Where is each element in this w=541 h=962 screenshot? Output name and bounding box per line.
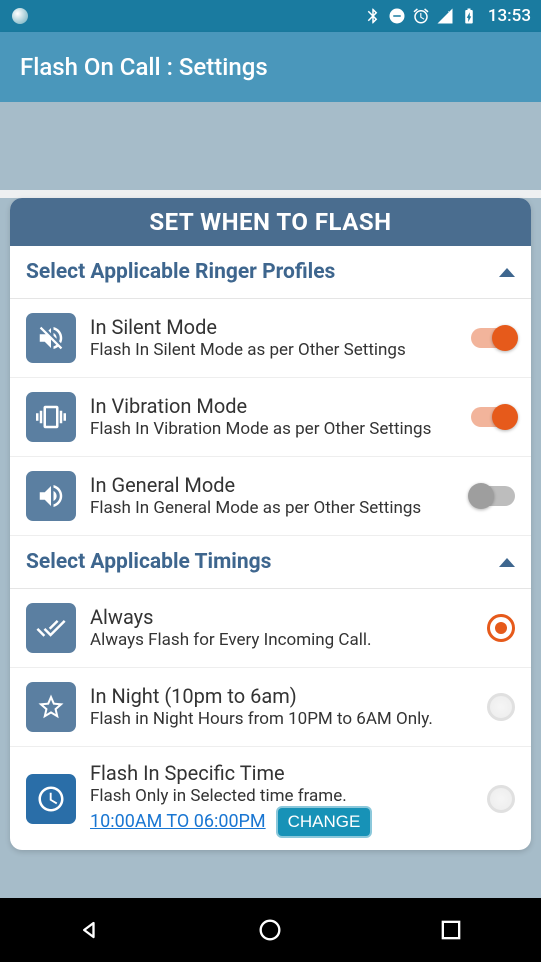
banner-divider xyxy=(0,190,541,198)
change-button[interactable]: CHANGE xyxy=(278,808,371,836)
section-header-ringer[interactable]: Select Applicable Ringer Profiles xyxy=(10,246,531,299)
status-orb-icon xyxy=(12,8,28,24)
card-header: SET WHEN TO FLASH xyxy=(10,198,531,246)
row-text: Flash In Specific Time Flash Only in Sel… xyxy=(90,761,473,836)
row-text: In Vibration Mode Flash In Vibration Mod… xyxy=(90,394,457,440)
row-subtitle: Flash In Vibration Mode as per Other Set… xyxy=(90,418,457,440)
star-icon xyxy=(26,682,76,732)
row-subtitle: Flash in Night Hours from 10PM to 6AM On… xyxy=(90,708,473,730)
vibrate-icon xyxy=(26,392,76,442)
volume-icon xyxy=(26,471,76,521)
row-title: In Vibration Mode xyxy=(90,394,457,418)
row-text: In Silent Mode Flash In Silent Mode as p… xyxy=(90,315,457,361)
settings-card: SET WHEN TO FLASH Select Applicable Ring… xyxy=(10,198,531,850)
row-title: Always xyxy=(90,605,473,629)
status-right: x 13:53 xyxy=(364,6,531,26)
row-subtitle: Flash In General Mode as per Other Setti… xyxy=(90,497,457,519)
row-subtitle: Always Flash for Every Incoming Call. xyxy=(90,629,473,651)
bluetooth-icon xyxy=(364,7,382,25)
row-subtitle: Flash In Silent Mode as per Other Settin… xyxy=(90,339,457,361)
clock-icon xyxy=(26,774,76,824)
nav-recent-icon[interactable] xyxy=(437,916,465,944)
status-bar: x 13:53 xyxy=(0,0,541,32)
time-range-link[interactable]: 10:00AM TO 06:00PM xyxy=(90,811,266,832)
row-subtitle: Flash Only in Selected time frame. xyxy=(90,785,473,807)
row-title: In General Mode xyxy=(90,473,457,497)
row-text: Always Always Flash for Every Incoming C… xyxy=(90,605,473,651)
chevron-up-icon xyxy=(499,268,515,277)
section-header-label: Select Applicable Ringer Profiles xyxy=(26,260,335,284)
signal-icon: x xyxy=(436,7,454,25)
section-header-timings[interactable]: Select Applicable Timings xyxy=(10,536,531,589)
nav-bar xyxy=(0,898,541,962)
app-bar: Flash On Call : Settings xyxy=(0,32,541,102)
svg-text:x: x xyxy=(448,10,451,17)
row-always[interactable]: Always Always Flash for Every Incoming C… xyxy=(10,589,531,668)
alarm-icon xyxy=(412,7,430,25)
page-title: Flash On Call : Settings xyxy=(20,53,268,81)
row-text: In General Mode Flash In General Mode as… xyxy=(90,473,457,519)
chevron-up-icon xyxy=(499,558,515,567)
row-title: Flash In Specific Time xyxy=(90,761,473,785)
row-general-mode[interactable]: In General Mode Flash In General Mode as… xyxy=(10,457,531,536)
battery-icon xyxy=(460,7,478,25)
row-text: In Night (10pm to 6am) Flash in Night Ho… xyxy=(90,684,473,730)
row-specific-time[interactable]: Flash In Specific Time Flash Only in Sel… xyxy=(10,747,531,850)
nav-home-icon[interactable] xyxy=(256,916,284,944)
row-silent-mode[interactable]: In Silent Mode Flash In Silent Mode as p… xyxy=(10,299,531,378)
row-vibration-mode[interactable]: In Vibration Mode Flash In Vibration Mod… xyxy=(10,378,531,457)
banner-area xyxy=(0,102,541,190)
row-title: In Silent Mode xyxy=(90,315,457,339)
toggle-silent[interactable] xyxy=(471,328,515,348)
status-time: 13:53 xyxy=(488,6,531,26)
section-header-label: Select Applicable Timings xyxy=(26,550,271,574)
dnd-icon xyxy=(388,7,406,25)
status-left xyxy=(10,8,364,24)
mute-icon xyxy=(26,313,76,363)
nav-back-icon[interactable] xyxy=(76,916,104,944)
row-night[interactable]: In Night (10pm to 6am) Flash in Night Ho… xyxy=(10,668,531,747)
radio-specific[interactable] xyxy=(487,785,515,813)
toggle-general[interactable] xyxy=(471,486,515,506)
radio-always[interactable] xyxy=(487,614,515,642)
toggle-vibration[interactable] xyxy=(471,407,515,427)
check-icon xyxy=(26,603,76,653)
row-title: In Night (10pm to 6am) xyxy=(90,684,473,708)
radio-night[interactable] xyxy=(487,693,515,721)
